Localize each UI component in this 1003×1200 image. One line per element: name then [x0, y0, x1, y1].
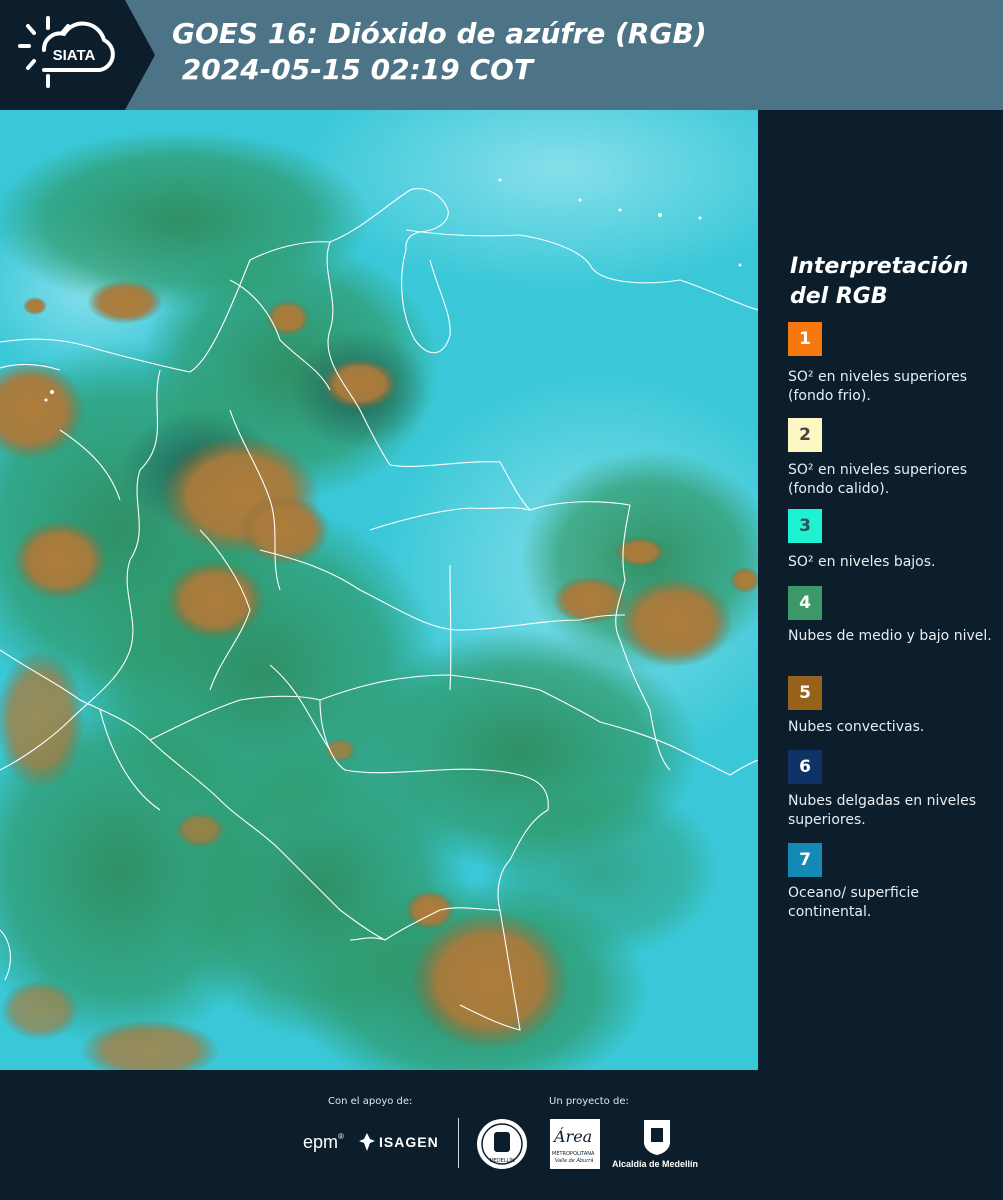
legend-number: 7 — [799, 850, 811, 870]
epm-logo: epm® — [303, 1132, 344, 1152]
alcaldia-logo: Alcaldía de Medellín — [612, 1159, 699, 1169]
legend-number: 1 — [799, 329, 811, 349]
seal-text: MEDELLÍN — [489, 1157, 515, 1164]
support-label: Con el apoyo de: — [328, 1096, 413, 1107]
legend-label-7: Oceano/ superficie continental. — [788, 885, 919, 920]
legend-swatch-6: 6 — [788, 750, 822, 784]
header: SIATA GOES 16: Dióxido de azúfre (RGB) 2… — [0, 0, 1003, 110]
title-line-2: 2024-05-15 02:19 COT — [172, 53, 533, 86]
legend-label-6: Nubes delgadas en niveles superiores. — [788, 793, 977, 828]
legend-panel: Interpretación del RGB 1 SO² en niveles … — [760, 110, 1003, 1070]
legend-label-2: SO² en niveles superiores (fondo calido)… — [788, 462, 968, 497]
alcaldia-shield-icon — [644, 1120, 670, 1155]
legend-swatch-1: 1 — [788, 322, 822, 356]
isagen-icon — [359, 1133, 375, 1151]
footer-divider — [458, 1118, 459, 1168]
legend-number: 5 — [799, 683, 811, 703]
legend-swatch-7: 7 — [788, 843, 822, 877]
legend-label-4: Nubes de medio y bajo nivel. — [788, 628, 992, 644]
legend-number: 6 — [799, 757, 811, 777]
legend-number: 4 — [799, 593, 811, 613]
legend-label-3: SO² en niveles bajos. — [788, 554, 936, 570]
epm-text: epm — [303, 1132, 339, 1152]
isagen-logo: ISAGEN — [379, 1134, 439, 1150]
siata-logo: SIATA — [0, 0, 155, 110]
legend-title: Interpretación del RGB — [790, 252, 968, 312]
legend-number: 3 — [799, 516, 811, 536]
satellite-map[interactable] — [0, 110, 758, 1070]
legend-swatch-5: 5 — [788, 676, 822, 710]
area-metropolitana-logo: Área METROPOLITANA Valle de Aburrá — [550, 1119, 600, 1169]
legend-number: 2 — [799, 425, 811, 445]
logo-text: SIATA — [53, 47, 96, 64]
legend-label-1: SO² en niveles superiores (fondo frio). — [788, 369, 968, 404]
footer: Con el apoyo de: Un proyecto de: epm® IS… — [0, 1070, 1003, 1200]
title-line-1: GOES 16: Dióxido de azúfre (RGB) — [172, 17, 707, 50]
area-sub-2: Valle de Aburrá — [555, 1158, 594, 1164]
legend-label-5: Nubes convectivas. — [788, 719, 925, 735]
legend-title-line-2: del RGB — [790, 284, 888, 309]
legend-swatch-3: 3 — [788, 509, 822, 543]
page-title: GOES 16: Dióxido de azúfre (RGB) 2024-05… — [172, 16, 707, 88]
medellin-seal-icon: MEDELLÍN — [477, 1119, 527, 1169]
sun-cloud-icon: SIATA — [18, 16, 115, 88]
legend-swatch-2: 2 — [788, 418, 822, 452]
legend-title-line-1: Interpretación — [790, 254, 969, 279]
area-sub-1: METROPOLITANA — [552, 1151, 595, 1157]
area-text: Área — [554, 1127, 593, 1146]
rgb-satellite-image — [0, 110, 758, 1070]
legend-swatch-4: 4 — [788, 586, 822, 620]
project-label: Un proyecto de: — [549, 1096, 629, 1107]
